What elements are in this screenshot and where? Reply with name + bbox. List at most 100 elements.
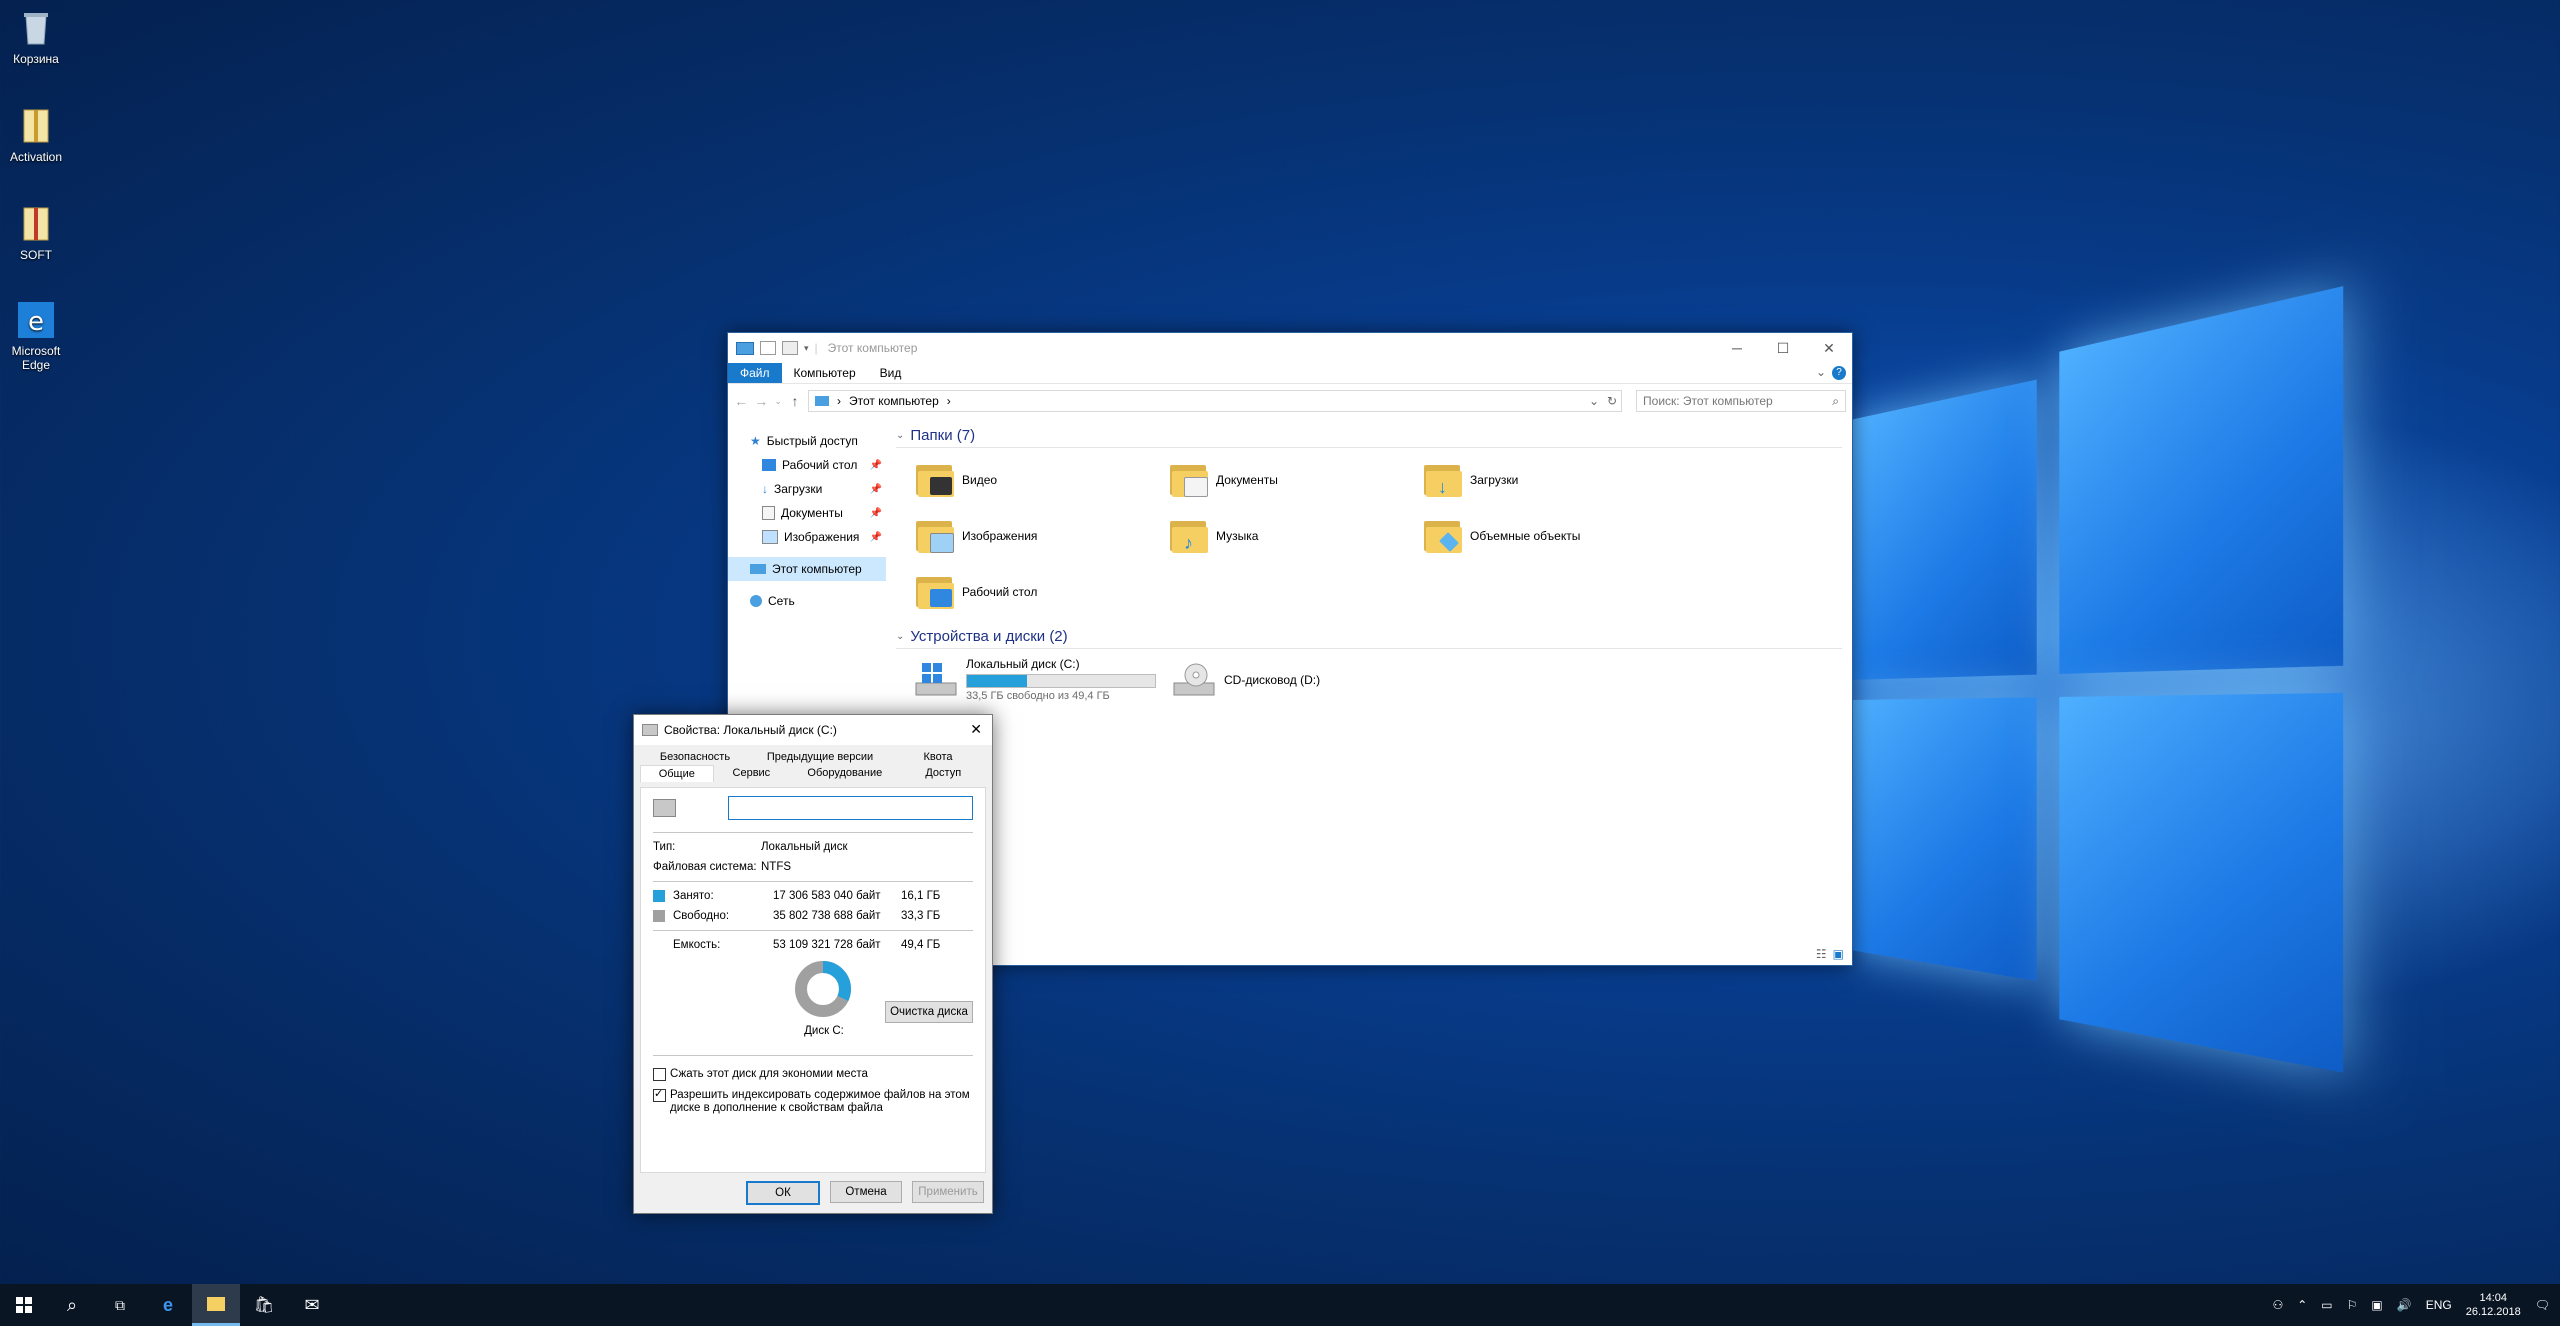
desktop-icon-activation[interactable]: Activation	[0, 106, 72, 164]
task-view-button[interactable]: ⧉	[96, 1284, 144, 1326]
tab-hardware[interactable]: Оборудование	[789, 765, 900, 782]
folder-icon	[207, 1296, 225, 1311]
details-view-icon[interactable]: ☷	[1816, 947, 1827, 961]
sidebar-item-pictures[interactable]: Изображения 📌	[728, 525, 886, 549]
start-button[interactable]	[0, 1284, 48, 1326]
taskbar-explorer[interactable]	[192, 1284, 240, 1326]
compress-checkbox[interactable]	[653, 1068, 666, 1081]
people-icon[interactable]: ⚇	[2272, 1298, 2283, 1312]
address-dropdown-icon[interactable]: ⌄	[1589, 394, 1599, 408]
capacity-label: Емкость:	[673, 939, 721, 951]
search-button[interactable]: ⌕	[48, 1284, 96, 1326]
documents-folder-icon	[1170, 463, 1208, 497]
sidebar-item-downloads[interactable]: ↓ Загрузки 📌	[728, 477, 886, 501]
drive-item-d[interactable]: CD-дисковод (D:)	[1172, 657, 1412, 702]
chevron-down-icon[interactable]: ▾	[804, 343, 809, 354]
pin-icon[interactable]: 📌	[870, 508, 882, 519]
taskbar-edge[interactable]: e	[144, 1284, 192, 1326]
pin-icon[interactable]: 📌	[870, 532, 882, 543]
tab-previous-versions[interactable]: Предыдущие версии	[750, 749, 890, 765]
new-folder-quick-icon[interactable]	[782, 341, 798, 355]
tab-security[interactable]: Безопасность	[640, 749, 750, 765]
folder-item-music[interactable]: ♪ Музыка	[1170, 512, 1424, 560]
store-bag-icon: 🛍	[253, 1297, 275, 1314]
tab-quota[interactable]: Квота	[890, 749, 986, 765]
cancel-button[interactable]: Отмена	[830, 1181, 902, 1203]
collapse-caret-icon[interactable]: ⌄	[896, 631, 904, 642]
properties-quick-icon[interactable]	[760, 341, 776, 355]
tab-computer[interactable]: Компьютер	[782, 363, 868, 383]
folders-section-header[interactable]: ⌄ Папки (7)	[896, 423, 1842, 448]
drive-usage-fill	[967, 675, 1028, 687]
dialog-titlebar[interactable]: Свойства: Локальный диск (C:) ✕	[634, 715, 992, 745]
battery-icon[interactable]: ▭	[2321, 1298, 2332, 1312]
tab-view[interactable]: Вид	[868, 363, 914, 383]
edge-icon: e	[16, 300, 56, 340]
folder-item-3d-objects[interactable]: Объемные объекты	[1424, 512, 1678, 560]
taskbar: ⌕ ⧉ e 🛍 ✉ ⚇ ⌃ ▭ ⚐ ▣ 🔊 ENG 14:04 26.12.20…	[0, 1284, 2560, 1326]
index-checkbox[interactable]	[653, 1087, 666, 1102]
archive-icon	[16, 106, 56, 146]
tab-general[interactable]: Общие	[640, 765, 714, 782]
search-box[interactable]: Поиск: Этот компьютер ⌕	[1636, 390, 1847, 412]
collapse-caret-icon[interactable]: ⌄	[896, 430, 904, 441]
forward-arrow-icon[interactable]: →	[754, 393, 768, 409]
disk-cleanup-button[interactable]: Очистка диска	[885, 1001, 973, 1023]
back-arrow-icon[interactable]: ←	[734, 393, 748, 409]
folder-item-pictures[interactable]: Изображения	[916, 512, 1170, 560]
taskbar-mail[interactable]: ✉	[288, 1284, 336, 1326]
action-center-icon[interactable]: 🗨	[2535, 1298, 2550, 1312]
tab-tools[interactable]: Сервис	[714, 765, 790, 782]
pin-icon[interactable]: 📌	[870, 484, 882, 495]
sidebar-item-documents[interactable]: Документы 📌	[728, 501, 886, 525]
folder-item-video[interactable]: Видео	[916, 456, 1170, 504]
pin-icon[interactable]: 📌	[870, 460, 882, 471]
clock[interactable]: 14:04 26.12.2018	[2466, 1291, 2521, 1319]
ok-button[interactable]: ОК	[746, 1181, 820, 1205]
refresh-icon[interactable]: ↻	[1607, 394, 1617, 408]
tiles-view-icon[interactable]: ▣	[1833, 947, 1844, 961]
music-folder-icon: ♪	[1170, 519, 1208, 553]
expand-ribbon-icon[interactable]: ⌄	[1816, 365, 1826, 379]
folder-label: Объемные объекты	[1470, 529, 1581, 543]
address-crumb-arrow[interactable]: ›	[947, 394, 951, 408]
type-label: Тип:	[653, 841, 676, 853]
devices-section-header[interactable]: ⌄ Устройства и диски (2)	[896, 624, 1842, 649]
apply-button[interactable]: Применить	[912, 1181, 984, 1203]
desktop-icon-soft[interactable]: SOFT	[0, 204, 72, 262]
address-bar[interactable]: › Этот компьютер › ⌄ ↻	[808, 390, 1623, 412]
close-button[interactable]: ✕	[1806, 333, 1852, 363]
folder-item-downloads[interactable]: ↓ Загрузки	[1424, 456, 1678, 504]
notification-flag-icon[interactable]: ⚐	[2347, 1298, 2358, 1312]
drive-item-c[interactable]: Локальный диск (C:) 33,5 ГБ свободно из …	[914, 657, 1156, 702]
sidebar-item-network[interactable]: Сеть	[728, 589, 886, 613]
capacity-gb: 49,4 ГБ	[901, 939, 941, 951]
desktop-icon-recycle-bin[interactable]: Корзина	[0, 8, 72, 66]
folder-item-documents[interactable]: Документы	[1170, 456, 1424, 504]
desktop-icon-edge[interactable]: e Microsoft Edge	[0, 300, 72, 372]
edge-icon: e	[162, 1294, 173, 1315]
sidebar-item-desktop[interactable]: Рабочий стол 📌	[728, 453, 886, 477]
tab-sharing[interactable]: Доступ	[901, 765, 987, 782]
sidebar-item-label: Этот компьютер	[772, 562, 862, 576]
address-crumb[interactable]: Этот компьютер	[849, 394, 939, 408]
explorer-titlebar[interactable]: ▾ | Этот компьютер ─ ☐ ✕	[728, 333, 1852, 363]
address-separator[interactable]: ›	[837, 394, 841, 408]
drive-name-input[interactable]	[728, 796, 973, 820]
maximize-button[interactable]: ☐	[1760, 333, 1806, 363]
show-hidden-icons-chevron-icon[interactable]: ⌃	[2297, 1298, 2307, 1312]
up-arrow-icon[interactable]: ↑	[788, 393, 802, 409]
minimize-button[interactable]: ─	[1714, 333, 1760, 363]
volume-icon[interactable]: 🔊	[2397, 1298, 2412, 1312]
recent-chevron-icon[interactable]: ⌄	[774, 396, 782, 407]
taskbar-store[interactable]: 🛍	[240, 1284, 288, 1326]
language-indicator[interactable]: ENG	[2426, 1298, 2452, 1312]
network-tray-icon[interactable]: ▣	[2371, 1298, 2382, 1312]
folder-item-desktop[interactable]: Рабочий стол	[916, 568, 1170, 616]
close-button[interactable]: ✕	[970, 721, 982, 738]
tab-file[interactable]: Файл	[728, 363, 782, 383]
folder-label: Видео	[962, 473, 998, 487]
help-icon[interactable]: ?	[1832, 366, 1846, 380]
sidebar-item-quick-access[interactable]: ★ Быстрый доступ	[728, 429, 886, 453]
sidebar-item-this-pc[interactable]: Этот компьютер	[728, 557, 886, 581]
